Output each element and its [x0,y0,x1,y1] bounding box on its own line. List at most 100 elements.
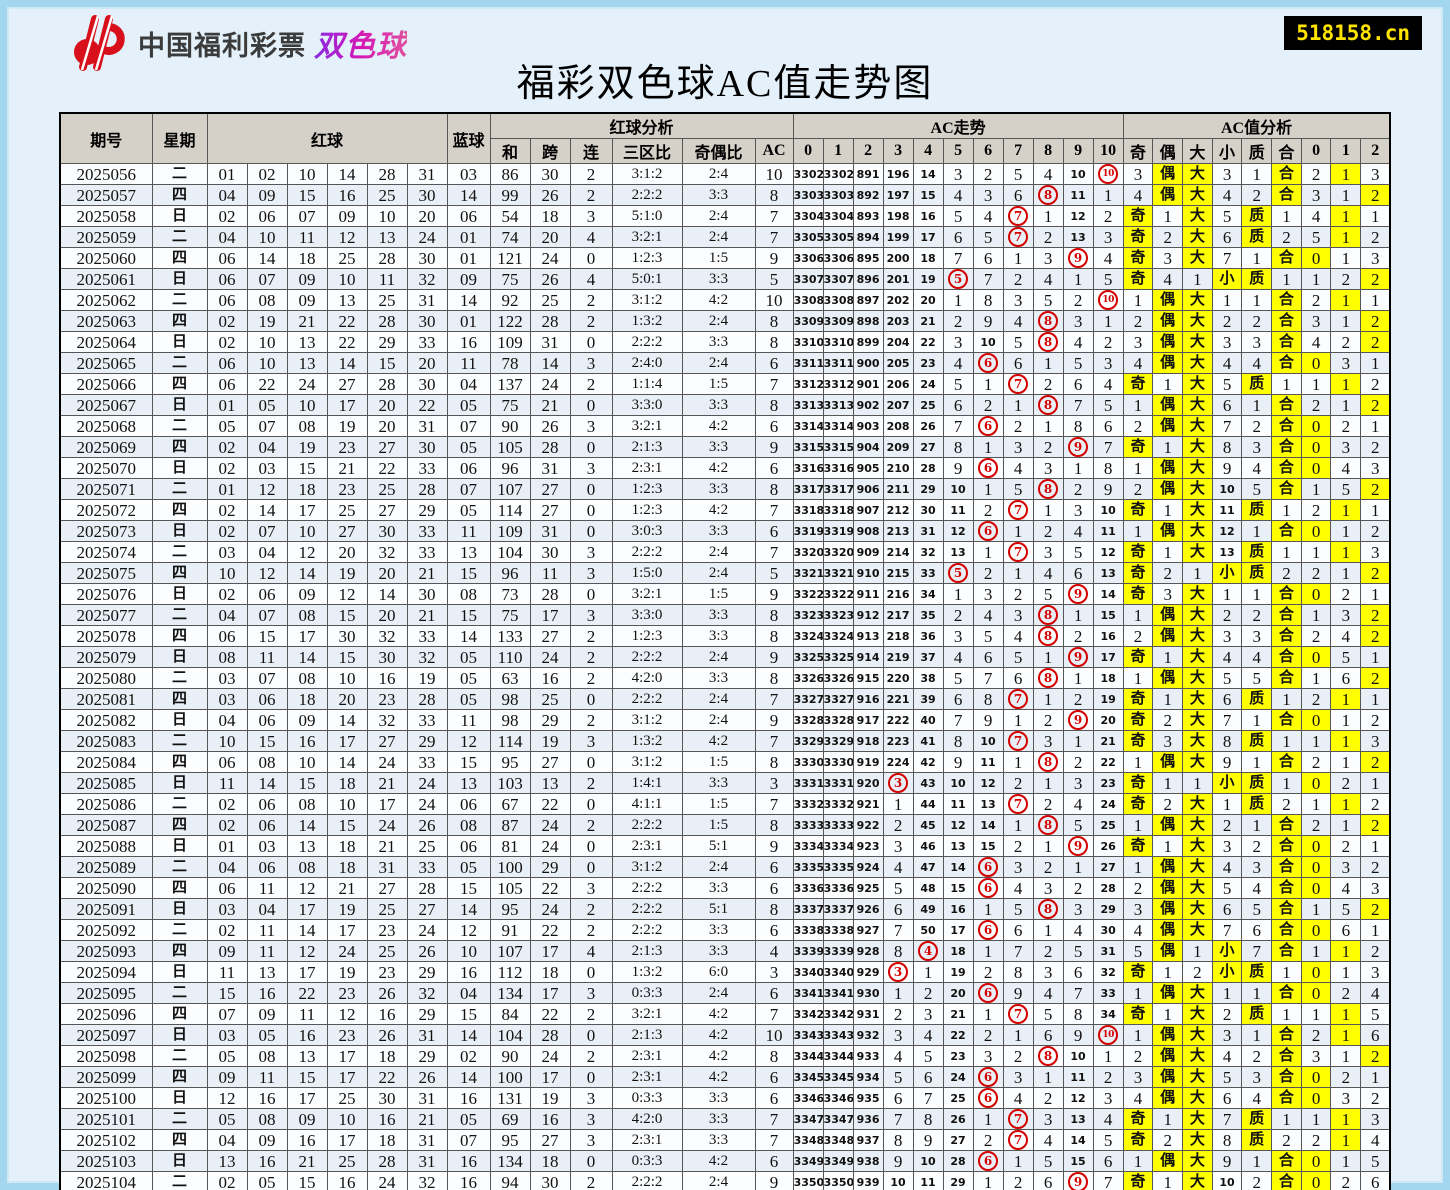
cell-red-ball-5: 18 [366,1045,408,1067]
cell-red-ball-5: 17 [366,793,408,815]
cell-consecutive: 0 [569,331,613,353]
cell-ac-value: 6 [754,415,794,437]
cell-ac-value: 6 [754,856,794,878]
cell-sum: 95 [489,898,531,920]
cell-week: 日 [151,1150,208,1172]
cell-week: 二 [151,289,208,311]
cell-trend-6: 6 [972,415,1004,437]
cell-trend-7: 6 [1002,184,1034,206]
cell-red-ball-4: 15 [326,646,368,668]
cell-trend-5: 24 [942,1066,974,1088]
cell-analysis-2: 大 [1182,226,1213,248]
cell-trend-6: 6 [972,520,1004,542]
cell-trend-4: 34 [912,583,944,605]
cell-blue-ball: 01 [446,247,491,269]
cell-analysis-5: 合 [1271,835,1302,857]
cell-trend-9: 2 [1062,751,1094,773]
cell-week: 日 [151,709,208,731]
cell-analysis-5: 2 [1271,562,1302,584]
cell-red-ball-6: 29 [406,961,448,983]
cell-trend-4: 27 [912,436,944,458]
cell-sum: 96 [489,457,531,479]
cell-red-ball-1: 04 [206,604,248,626]
cell-red-ball-6: 21 [406,604,448,626]
cell-trend-0: 3341 [792,982,824,1004]
cell-analysis-7: 1 [1330,562,1362,584]
cell-trend-9: 12 [1062,1087,1094,1109]
cell-analysis-1: 偶 [1152,457,1184,479]
ac-hit-circle: 6 [978,521,999,541]
cell-trend-8: 2 [1032,940,1064,962]
cell-trend-7: 7 [1002,541,1034,563]
cell-red-ball-6: 25 [406,835,448,857]
cell-analysis-4: 1 [1241,247,1273,269]
cell-trend-5: 2 [942,310,974,332]
cell-trend-4: 25 [912,394,944,416]
cell-analysis-6: 4 [1300,331,1332,353]
cell-odd-even-ratio: 2:4 [681,1171,756,1190]
cell-analysis-8: 3 [1360,961,1391,983]
cell-red-ball-5: 24 [366,1171,408,1190]
table-row-2025069: 2025069 四 02 04 19 23 27 30 05 105 28 0 2:1:3 3:3 9 331… [59,436,1391,458]
cell-analysis-1: 3 [1152,247,1184,269]
cell-consecutive: 0 [569,478,613,500]
cell-trend-10: 7 [1092,1171,1124,1190]
cell-consecutive: 3 [569,1087,613,1109]
cell-trend-0: 3345 [792,1066,824,1088]
cell-sum: 86 [489,163,531,185]
cell-analysis-0: 1 [1122,667,1154,689]
cell-analysis-4: 质 [1241,772,1273,794]
cell-trend-9: 9 [1062,247,1094,269]
ac-hit-circle: 4 [918,941,939,961]
cell-red-ball-3: 17 [286,1087,328,1109]
cell-analysis-4: 质 [1241,1108,1273,1130]
cell-trend-1: 3324 [822,625,854,647]
cell-trend-5: 4 [942,184,974,206]
cell-trend-1: 3322 [822,583,854,605]
cell-span: 29 [529,856,571,878]
cell-trend-5: 5 [942,667,974,689]
cell-trend-2: 902 [852,394,884,416]
cell-trend-3: 8 [882,940,914,962]
cell-analysis-4: 质 [1241,499,1273,521]
cell-red-ball-4: 19 [326,562,368,584]
cell-red-ball-1: 06 [206,268,248,290]
cell-trend-3: 204 [882,331,914,353]
cell-zone-ratio: 0:3:3 [611,982,683,1004]
cell-red-ball-6: 24 [406,226,448,248]
cell-consecutive: 2 [569,772,613,794]
cell-week: 日 [151,835,208,857]
cell-red-ball-2: 05 [246,1171,288,1190]
cell-week: 日 [151,1024,208,1046]
cell-trend-5: 11 [942,793,974,815]
cell-trend-0: 3307 [792,268,824,290]
cell-red-ball-3: 17 [286,625,328,647]
cell-red-ball-4: 23 [326,478,368,500]
cell-trend-10: 22 [1092,751,1124,773]
cell-odd-even-ratio: 2:4 [681,163,756,185]
cell-analysis-7: 1 [1330,394,1362,416]
cell-red-ball-5: 15 [366,352,408,374]
cell-red-ball-2: 06 [246,793,288,815]
cell-red-ball-3: 21 [286,1150,328,1172]
cell-trend-9: 6 [1062,562,1094,584]
cell-zone-ratio: 3:0:3 [611,520,683,542]
cell-issue: 2025074 [59,541,153,563]
cell-analysis-6: 2 [1300,394,1332,416]
cell-span: 11 [529,562,571,584]
cell-red-ball-3: 19 [286,436,328,458]
cell-analysis-1: 偶 [1152,1045,1184,1067]
cell-ac-value: 6 [754,1087,794,1109]
cell-red-ball-4: 13 [326,289,368,311]
cell-red-ball-5: 27 [366,877,408,899]
cell-trend-8: 8 [1032,751,1064,773]
cell-consecutive: 3 [569,982,613,1004]
cell-trend-10: 29 [1092,898,1124,920]
cell-analysis-3: 小 [1211,268,1243,290]
cell-analysis-4: 5 [1241,898,1273,920]
cell-analysis-0: 奇 [1122,1129,1154,1151]
cell-zone-ratio: 2:1:3 [611,436,683,458]
cell-red-ball-5: 20 [366,604,408,626]
cell-trend-8: 2 [1032,226,1064,248]
cell-trend-9: 11 [1062,1066,1094,1088]
